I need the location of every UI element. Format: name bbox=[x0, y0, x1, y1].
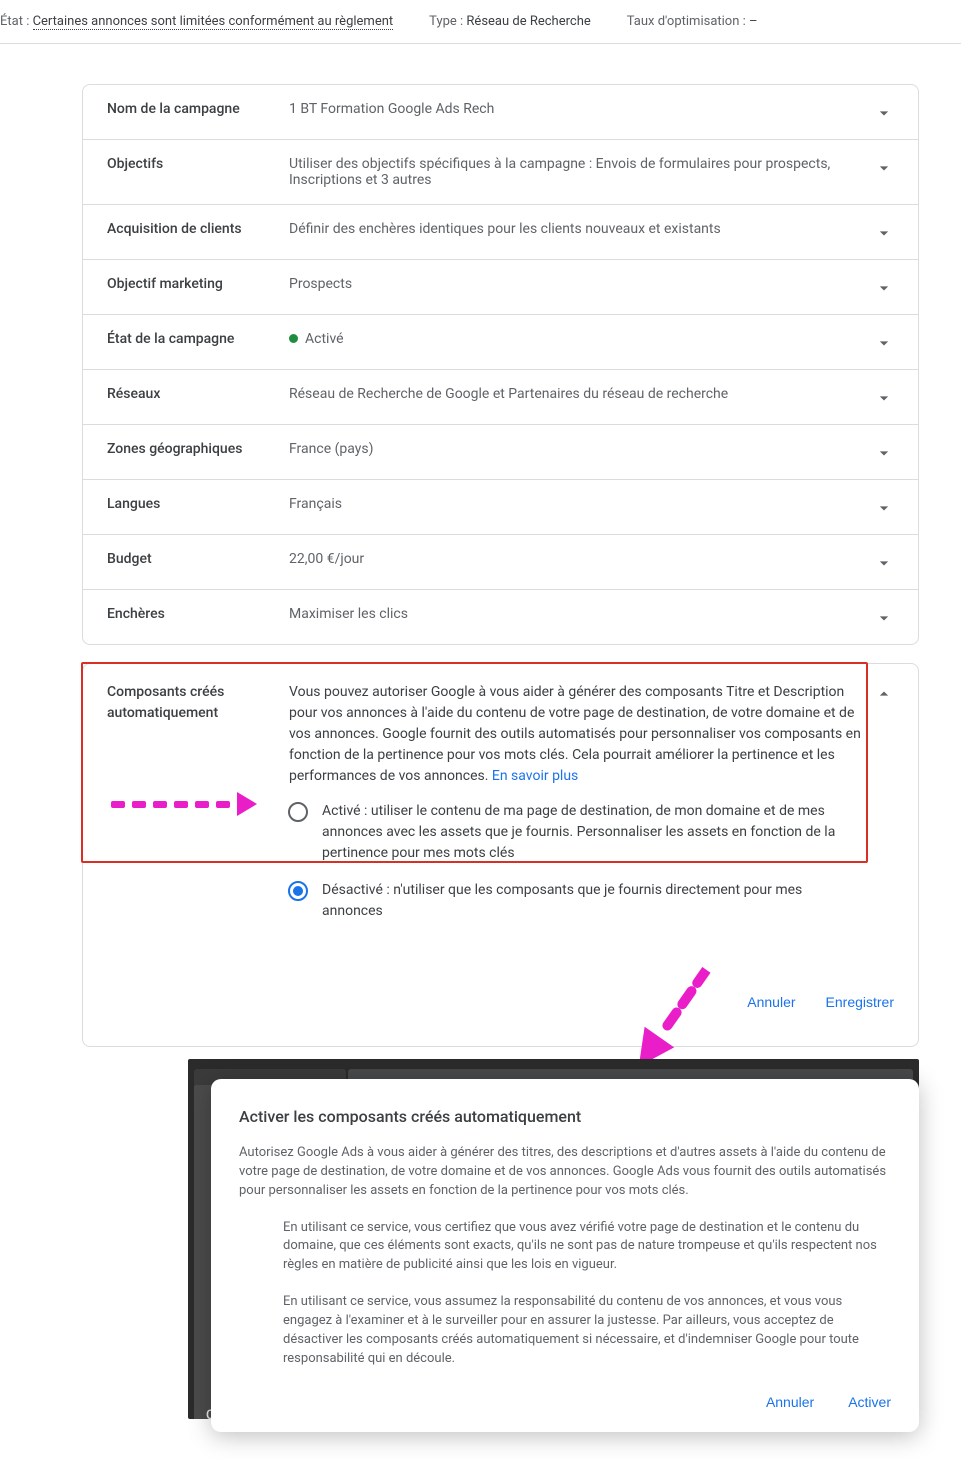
row-value: 1 BT Formation Google Ads Rech bbox=[289, 101, 862, 117]
row-label: Enchères bbox=[107, 606, 277, 622]
status-text: Activé bbox=[305, 331, 344, 347]
chevron-down-icon bbox=[874, 551, 894, 573]
section-header[interactable]: Composants créés automatiquement Vous po… bbox=[83, 664, 918, 787]
row-label: Zones géographiques bbox=[107, 441, 277, 457]
row-label: Objectif marketing bbox=[107, 276, 277, 292]
etat-kv: État : Certaines annonces sont limitées … bbox=[0, 14, 393, 29]
section-label: Composants créés automatiquement bbox=[107, 682, 277, 724]
radio-option-enabled[interactable]: Activé : utiliser le contenu de ma page … bbox=[288, 801, 852, 864]
etat-value[interactable]: Certaines annonces sont limitées conform… bbox=[33, 14, 394, 30]
opt-label: Taux d'optimisation : bbox=[627, 14, 746, 29]
opt-value: – bbox=[749, 14, 758, 29]
row-label: Réseaux bbox=[107, 386, 277, 402]
chevron-up-icon bbox=[874, 682, 894, 708]
row-value: 22,00 €/jour bbox=[289, 551, 862, 567]
section-actions: Annuler Enregistrer bbox=[83, 938, 918, 1026]
status-dot-icon bbox=[289, 334, 298, 343]
status-bar: État : Certaines annonces sont limitées … bbox=[0, 0, 961, 44]
opt-kv: Taux d'optimisation : – bbox=[627, 14, 758, 29]
row-encheres[interactable]: Enchères Maximiser les clics bbox=[83, 590, 918, 644]
chevron-down-icon bbox=[874, 331, 894, 353]
modal-annotation-wrap: Composants créés Vous pouvez autoriser G… bbox=[188, 1059, 919, 1419]
chevron-down-icon bbox=[874, 101, 894, 123]
row-value: Définir des enchères identiques pour les… bbox=[289, 221, 862, 237]
row-value: Utiliser des objectifs spécifiques à la … bbox=[289, 156, 862, 188]
row-zones[interactable]: Zones géographiques France (pays) bbox=[83, 425, 918, 480]
type-kv: Type : Réseau de Recherche bbox=[429, 14, 591, 29]
radio-option-disabled[interactable]: Désactivé : n'utiliser que les composant… bbox=[288, 880, 852, 922]
row-acquisition[interactable]: Acquisition de clients Définir des enchè… bbox=[83, 205, 918, 260]
chevron-down-icon bbox=[874, 221, 894, 243]
dialog-actions: Annuler Activer bbox=[239, 1386, 891, 1410]
cancel-button[interactable]: Annuler bbox=[747, 994, 795, 1010]
radio-label: Désactivé : n'utiliser que les composant… bbox=[322, 880, 852, 922]
row-value: France (pays) bbox=[289, 441, 862, 457]
row-marketing[interactable]: Objectif marketing Prospects bbox=[83, 260, 918, 315]
auto-assets-section: Composants créés automatiquement Vous po… bbox=[82, 663, 919, 1047]
dialog-title: Activer les composants créés automatique… bbox=[239, 1107, 891, 1126]
row-label: Acquisition de clients bbox=[107, 221, 277, 237]
row-value: Maximiser les clics bbox=[289, 606, 862, 622]
chevron-down-icon bbox=[874, 276, 894, 298]
row-label: Objectifs bbox=[107, 156, 277, 172]
radio-label: Activé : utiliser le contenu de ma page … bbox=[322, 801, 852, 864]
row-campaign-name[interactable]: Nom de la campagne 1 BT Formation Google… bbox=[83, 85, 918, 140]
annotation-arrow-icon bbox=[111, 792, 257, 816]
learn-more-link[interactable]: En savoir plus bbox=[492, 768, 578, 784]
row-label: Budget bbox=[107, 551, 277, 567]
confirmation-dialog: Activer les composants créés automatique… bbox=[211, 1079, 919, 1432]
dialog-cancel-button[interactable]: Annuler bbox=[766, 1394, 814, 1410]
campaign-settings-accordion: Nom de la campagne 1 BT Formation Google… bbox=[82, 84, 919, 645]
type-value: Réseau de Recherche bbox=[466, 14, 590, 29]
row-value: Activé bbox=[289, 331, 862, 347]
row-budget[interactable]: Budget 22,00 €/jour bbox=[83, 535, 918, 590]
dialog-activate-button[interactable]: Activer bbox=[848, 1394, 891, 1410]
chevron-down-icon bbox=[874, 156, 894, 178]
dialog-paragraph: En utilisant ce service, vous assumez la… bbox=[239, 1293, 891, 1368]
dialog-paragraph: Autorisez Google Ads à vous aider à géné… bbox=[239, 1144, 891, 1201]
chevron-down-icon bbox=[874, 386, 894, 408]
row-value: Prospects bbox=[289, 276, 862, 292]
row-label: Langues bbox=[107, 496, 277, 512]
row-objectifs[interactable]: Objectifs Utiliser des objectifs spécifi… bbox=[83, 140, 918, 205]
etat-label: État : bbox=[0, 14, 29, 29]
type-label: Type : bbox=[429, 14, 463, 29]
row-langues[interactable]: Langues Français bbox=[83, 480, 918, 535]
radio-icon bbox=[288, 881, 308, 901]
section-desc: Vous pouvez autoriser Google à vous aide… bbox=[289, 682, 862, 787]
row-label: État de la campagne bbox=[107, 331, 277, 347]
row-value: Réseau de Recherche de Google et Partena… bbox=[289, 386, 862, 402]
chevron-down-icon bbox=[874, 606, 894, 628]
row-value: Français bbox=[289, 496, 862, 512]
dialog-paragraph: En utilisant ce service, vous certifiez … bbox=[239, 1219, 891, 1276]
row-campaign-state[interactable]: État de la campagne Activé bbox=[83, 315, 918, 370]
chevron-down-icon bbox=[874, 496, 894, 518]
radio-icon bbox=[288, 802, 308, 822]
row-reseaux[interactable]: Réseaux Réseau de Recherche de Google et… bbox=[83, 370, 918, 425]
row-label: Nom de la campagne bbox=[107, 101, 277, 117]
chevron-down-icon bbox=[874, 441, 894, 463]
save-button[interactable]: Enregistrer bbox=[826, 994, 894, 1010]
